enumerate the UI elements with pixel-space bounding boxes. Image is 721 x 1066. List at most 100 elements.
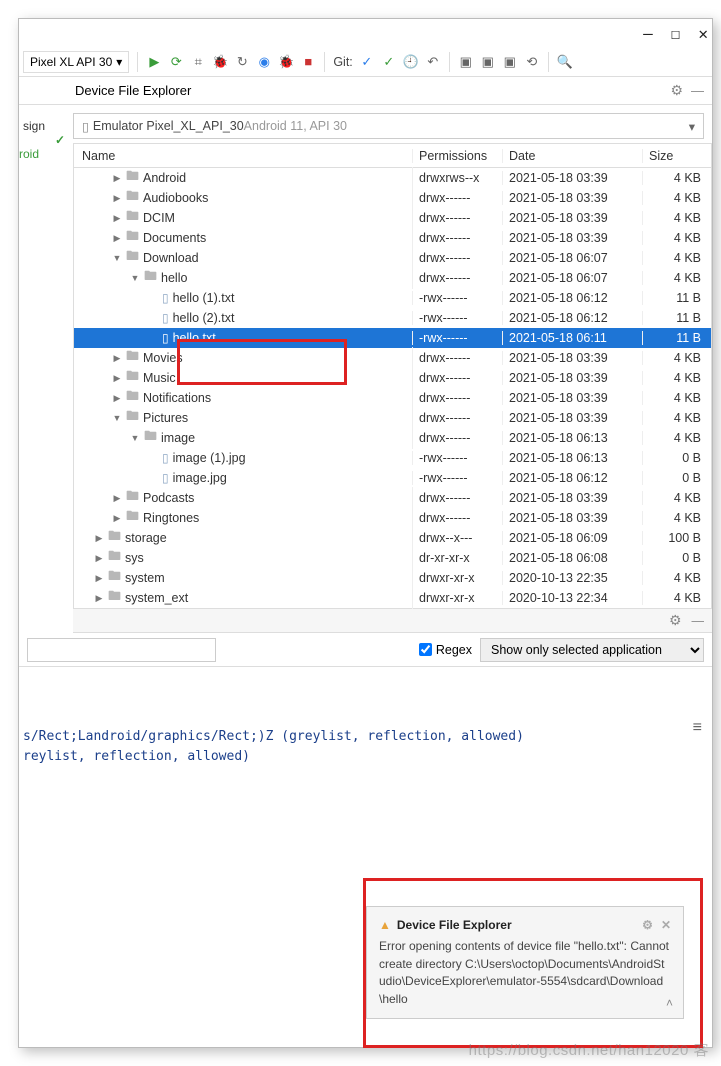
device-selector[interactable]: ▯ Emulator Pixel_XL_API_30 Android 11, A… bbox=[73, 113, 704, 139]
col-size[interactable]: Size bbox=[643, 149, 711, 163]
collapse-icon[interactable]: ˄ bbox=[666, 995, 673, 1012]
size: 4 KB bbox=[643, 431, 711, 445]
table-row[interactable]: ▶🖿systemdrwxr-xr-x2020-10-13 22:354 KB bbox=[74, 568, 711, 588]
table-row[interactable]: ▶🖿Musicdrwx------2021-05-18 03:394 KB bbox=[74, 368, 711, 388]
permissions: drwxr-xr-x bbox=[413, 571, 503, 585]
col-date[interactable]: Date bbox=[503, 149, 643, 163]
hide-panel-button[interactable]: — bbox=[691, 83, 704, 98]
close-icon[interactable]: ✕ bbox=[661, 917, 671, 934]
table-row[interactable]: ▯image.jpg-rwx------2021-05-18 06:120 B bbox=[74, 468, 711, 488]
gear-icon[interactable]: ⚙ bbox=[642, 917, 653, 934]
expand-icon[interactable]: ▶ bbox=[94, 593, 104, 604]
attach-icon[interactable]: ◉ bbox=[256, 54, 272, 70]
resource-icon[interactable]: ▣ bbox=[502, 54, 518, 70]
size: 4 KB bbox=[643, 591, 711, 605]
folder-icon: 🖿 bbox=[144, 267, 157, 289]
permissions: drwx------ bbox=[413, 371, 503, 385]
expand-icon[interactable]: ▼ bbox=[112, 413, 122, 423]
col-name[interactable]: Name bbox=[74, 149, 413, 163]
table-row[interactable]: ▯hello (1).txt-rwx------2021-05-18 06:12… bbox=[74, 288, 711, 308]
vcs-update-icon[interactable]: ✓ bbox=[359, 54, 375, 70]
size: 4 KB bbox=[643, 371, 711, 385]
regex-check-input[interactable] bbox=[419, 643, 432, 656]
text-fragment: sign bbox=[19, 119, 71, 133]
expand-icon[interactable]: ▶ bbox=[112, 513, 122, 524]
table-row[interactable]: ▼🖿Picturesdrwx------2021-05-18 03:394 KB bbox=[74, 408, 711, 428]
stop-icon[interactable]: ■ bbox=[300, 54, 316, 70]
expand-icon[interactable]: ▶ bbox=[112, 173, 122, 184]
expand-icon[interactable]: ▶ bbox=[94, 533, 104, 544]
col-permissions[interactable]: Permissions bbox=[413, 149, 503, 163]
expand-icon[interactable]: ▶ bbox=[112, 193, 122, 204]
expand-icon[interactable]: ▶ bbox=[112, 233, 122, 244]
more-debug-icon[interactable]: 🐞 bbox=[278, 54, 294, 70]
avd-icon[interactable]: ▣ bbox=[458, 54, 474, 70]
expand-icon[interactable]: ▶ bbox=[112, 353, 122, 364]
table-row[interactable]: ▶🖿Ringtonesdrwx------2021-05-18 03:394 K… bbox=[74, 508, 711, 528]
permissions: drwx------ bbox=[413, 351, 503, 365]
table-row[interactable]: ▶🖿Audiobooksdrwx------2021-05-18 03:394 … bbox=[74, 188, 711, 208]
expand-icon[interactable]: ▶ bbox=[112, 393, 122, 404]
expand-icon[interactable]: ▼ bbox=[130, 433, 140, 443]
vcs-history-icon[interactable]: 🕘 bbox=[403, 54, 419, 70]
table-row[interactable]: ▯hello (2).txt-rwx------2021-05-18 06:12… bbox=[74, 308, 711, 328]
expand-icon[interactable]: ▶ bbox=[94, 553, 104, 564]
expand-icon[interactable]: ▶ bbox=[112, 213, 122, 224]
expand-icon[interactable]: ▼ bbox=[130, 273, 140, 283]
hide-button[interactable]: — bbox=[692, 614, 705, 628]
date: 2021-05-18 03:39 bbox=[503, 491, 643, 505]
table-row[interactable]: ▼🖿imagedrwx------2021-05-18 06:134 KB bbox=[74, 428, 711, 448]
filter-input[interactable] bbox=[27, 638, 216, 662]
log-line: reylist, reflection, allowed) bbox=[23, 747, 708, 767]
close-button[interactable]: ✕ bbox=[698, 24, 708, 43]
file-name: image (1).jpg bbox=[173, 451, 246, 465]
sync-icon[interactable]: ⟲ bbox=[524, 54, 540, 70]
run-config-dropdown[interactable]: Pixel XL API 30 ▾ bbox=[23, 51, 129, 73]
table-row[interactable]: ▯hello.txt-rwx------2021-05-18 06:1111 B bbox=[74, 328, 711, 348]
expand-icon[interactable]: ▼ bbox=[112, 253, 122, 263]
permissions: dr-xr-xr-x bbox=[413, 551, 503, 565]
filter-select[interactable]: Show only selected application bbox=[480, 638, 704, 662]
expand-icon[interactable]: ▶ bbox=[112, 373, 122, 384]
notification-popup[interactable]: ▲ Device File Explorer ⚙ ✕ Error opening… bbox=[366, 906, 684, 1019]
vcs-commit-icon[interactable]: ✓ bbox=[381, 54, 397, 70]
debug-icon[interactable]: ⌗ bbox=[190, 54, 206, 70]
file-name: Movies bbox=[143, 351, 183, 365]
soft-wrap-icon[interactable]: ≡ bbox=[693, 719, 702, 737]
expand-icon[interactable]: ▶ bbox=[94, 573, 104, 584]
profile-icon[interactable]: ↻ bbox=[234, 54, 250, 70]
table-row[interactable]: ▶🖿Documentsdrwx------2021-05-18 03:394 K… bbox=[74, 228, 711, 248]
file-name: image bbox=[161, 431, 195, 445]
minimize-button[interactable]: — bbox=[643, 24, 653, 43]
table-row[interactable]: ▶🖿Androiddrwxrws--x2021-05-18 03:394 KB bbox=[74, 168, 711, 188]
table-row[interactable]: ▶🖿Moviesdrwx------2021-05-18 03:394 KB bbox=[74, 348, 711, 368]
text-fragment: roid bbox=[19, 147, 71, 161]
table-row[interactable]: ▯image (1).jpg-rwx------2021-05-18 06:13… bbox=[74, 448, 711, 468]
table-row[interactable]: ▼🖿Downloaddrwx------2021-05-18 06:074 KB bbox=[74, 248, 711, 268]
folder-icon: 🖿 bbox=[126, 247, 139, 269]
file-name: Music bbox=[143, 371, 176, 385]
coverage-icon[interactable]: 🐞 bbox=[212, 54, 228, 70]
table-row[interactable]: ▶🖿system_extdrwxr-xr-x2020-10-13 22:344 … bbox=[74, 588, 711, 608]
gear-icon[interactable]: ⚙ bbox=[670, 82, 683, 99]
folder-icon: 🖿 bbox=[144, 427, 157, 449]
notification-title: Device File Explorer bbox=[397, 917, 512, 934]
table-row[interactable]: ▶🖿Notificationsdrwx------2021-05-18 03:3… bbox=[74, 388, 711, 408]
maximize-button[interactable]: ☐ bbox=[671, 24, 681, 43]
table-row[interactable]: ▶🖿Podcastsdrwx------2021-05-18 03:394 KB bbox=[74, 488, 711, 508]
expand-icon[interactable]: ▶ bbox=[112, 493, 122, 504]
regex-checkbox[interactable]: Regex bbox=[419, 643, 472, 657]
table-row[interactable]: ▶🖿storagedrwx--x---2021-05-18 06:09100 B bbox=[74, 528, 711, 548]
table-row[interactable]: ▶🖿DCIMdrwx------2021-05-18 03:394 KB bbox=[74, 208, 711, 228]
panel-header: Device File Explorer ⚙ — bbox=[19, 77, 712, 105]
size: 4 KB bbox=[643, 491, 711, 505]
run-icon[interactable]: ▶ bbox=[146, 54, 162, 70]
vcs-rollback-icon[interactable]: ↶ bbox=[425, 54, 441, 70]
apply-changes-icon[interactable]: ⟳ bbox=[168, 54, 184, 70]
table-row[interactable]: ▶🖿sysdr-xr-xr-x2021-05-18 06:080 B bbox=[74, 548, 711, 568]
gear-icon[interactable]: ⚙ bbox=[669, 612, 682, 629]
search-icon[interactable]: 🔍 bbox=[557, 54, 573, 70]
size: 4 KB bbox=[643, 231, 711, 245]
sdk-icon[interactable]: ▣ bbox=[480, 54, 496, 70]
table-row[interactable]: ▼🖿hellodrwx------2021-05-18 06:074 KB bbox=[74, 268, 711, 288]
